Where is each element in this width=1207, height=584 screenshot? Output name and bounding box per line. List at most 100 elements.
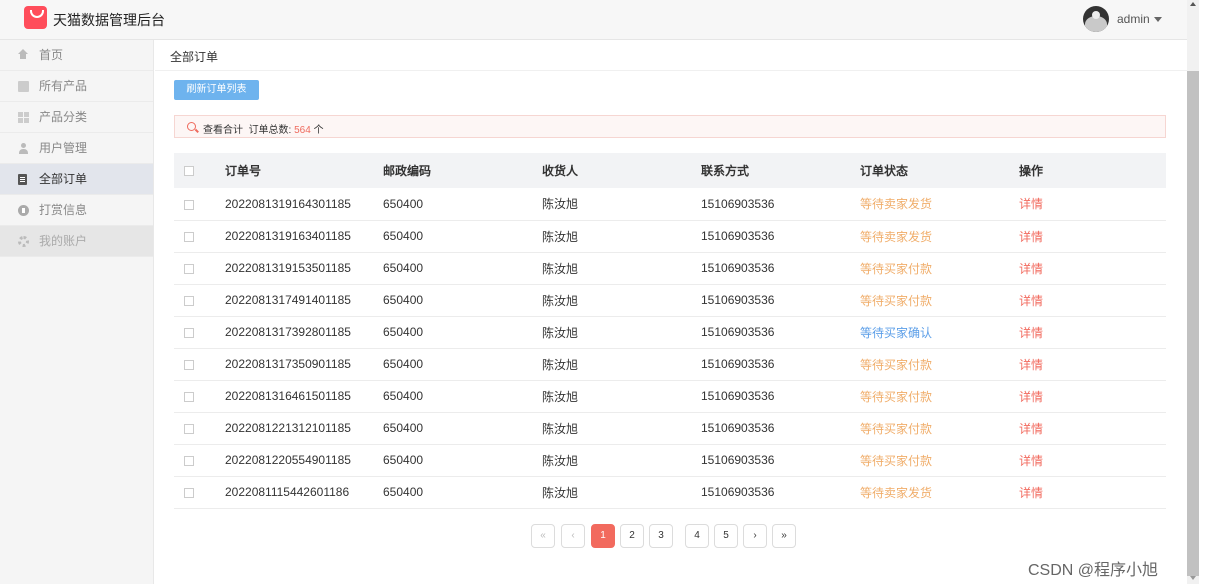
column-header-zip[interactable]: 邮政编码 — [383, 153, 542, 188]
phone-number: 15106903536 — [701, 357, 775, 371]
table-row: 2022081317491401185 650400 陈汝旭 15106903536 等… — [174, 284, 1166, 316]
first-page-button[interactable]: « — [531, 524, 555, 548]
document-icon — [18, 174, 27, 185]
order-status: 等待买家付款 — [860, 357, 933, 372]
page-title: 全部订单 — [170, 50, 219, 64]
row-checkbox[interactable] — [184, 359, 194, 370]
sidebar-item-home[interactable]: 首页 — [0, 40, 153, 71]
page-button-4[interactable]: 4 — [685, 524, 709, 548]
summary-prefix: 查看合计 — [203, 125, 243, 136]
details-link[interactable]: 详情 — [1019, 380, 1166, 412]
zip-code: 650400 — [383, 453, 424, 467]
coin-icon — [18, 205, 29, 216]
row-checkbox[interactable] — [184, 455, 194, 466]
row-checkbox[interactable] — [184, 199, 194, 210]
details-link[interactable]: 详情 — [1019, 220, 1166, 252]
sidebar-item-rewards[interactable]: 打赏信息 — [0, 195, 153, 226]
table-row: 2022081115442601186 650400 陈汝旭 15106903536 等… — [174, 476, 1166, 508]
sidebar-item-my-account[interactable]: 我的账户 — [0, 226, 153, 257]
orders-table: 订单号 邮政编码 收货人 联系方式 订单状态 操作 20220813191643… — [174, 153, 1166, 509]
row-checkbox[interactable] — [184, 295, 194, 306]
zip-code: 650400 — [383, 357, 424, 371]
phone-number: 15106903536 — [701, 229, 775, 243]
phone-number: 15106903536 — [701, 389, 775, 403]
table-row: 2022081317392801185 650400 陈汝旭 15106903536 等… — [174, 316, 1166, 348]
order-count: 564 — [294, 125, 311, 136]
receiver-name: 陈汝旭 — [542, 325, 579, 340]
row-checkbox[interactable] — [184, 231, 194, 242]
user-menu[interactable]: admin — [1117, 12, 1162, 26]
csdn-watermark: CSDN @程序小旭 — [1028, 562, 1159, 579]
details-link[interactable]: 详情 — [1019, 316, 1166, 348]
username-label: admin — [1117, 12, 1150, 26]
phone-number: 15106903536 — [701, 261, 775, 275]
phone-number: 15106903536 — [701, 325, 775, 339]
scrollbar-thumb[interactable] — [1187, 71, 1199, 576]
zip-code: 650400 — [383, 293, 424, 307]
user-avatar[interactable] — [1083, 6, 1109, 32]
sidebar-item-users[interactable]: 用户管理 — [0, 133, 153, 164]
column-header-order-no[interactable]: 订单号 — [225, 153, 383, 188]
order-status: 等待卖家发货 — [860, 197, 933, 212]
table-row: 2022081317350901185 650400 陈汝旭 15106903536 等… — [174, 348, 1166, 380]
details-link[interactable]: 详情 — [1019, 348, 1166, 380]
column-header-receiver[interactable]: 收货人 — [542, 153, 701, 188]
prev-page-button[interactable]: ‹ — [561, 524, 585, 548]
order-status: 等待买家付款 — [860, 293, 933, 308]
sidebar-item-label: 所有产品 — [39, 79, 88, 93]
phone-number: 15106903536 — [701, 485, 775, 499]
table-row: 2022081220554901185 650400 陈汝旭 15106903536 等… — [174, 444, 1166, 476]
tmall-logo-icon[interactable] — [24, 6, 47, 29]
table-row: 2022081316461501185 650400 陈汝旭 15106903536 等… — [174, 380, 1166, 412]
details-link[interactable]: 详情 — [1019, 188, 1166, 220]
phone-number: 15106903536 — [701, 453, 775, 467]
table-row: 2022081319163401185 650400 陈汝旭 15106903536 等… — [174, 220, 1166, 252]
sidebar-item-categories[interactable]: 产品分类 — [0, 102, 153, 133]
order-number: 2022081317491401185 — [225, 293, 351, 307]
sidebar-item-label: 首页 — [39, 48, 64, 62]
page-button-2[interactable]: 2 — [620, 524, 644, 548]
last-page-button[interactable]: » — [772, 524, 796, 548]
next-page-button[interactable]: › — [743, 524, 767, 548]
row-checkbox[interactable] — [184, 327, 194, 338]
page-button-1[interactable]: 1 — [591, 524, 615, 548]
details-link[interactable]: 详情 — [1019, 444, 1166, 476]
page-button-5[interactable]: 5 — [714, 524, 738, 548]
page-scrollbar[interactable] — [1187, 0, 1199, 584]
page-button-3[interactable]: 3 — [649, 524, 673, 548]
zip-code: 650400 — [383, 325, 424, 339]
details-link[interactable]: 详情 — [1019, 284, 1166, 316]
sidebar-item-label: 用户管理 — [39, 141, 88, 155]
order-number: 2022081221312101185 — [225, 421, 351, 435]
summary-unit: 个 — [313, 125, 324, 136]
receiver-name: 陈汝旭 — [542, 261, 579, 276]
scroll-up-arrow-icon[interactable] — [1190, 2, 1196, 6]
scroll-down-arrow-icon[interactable] — [1190, 576, 1196, 580]
table-header-row: 订单号 邮政编码 收货人 联系方式 订单状态 操作 — [174, 153, 1166, 188]
row-checkbox[interactable] — [184, 423, 194, 434]
row-checkbox[interactable] — [184, 487, 194, 498]
details-link[interactable]: 详情 — [1019, 412, 1166, 444]
refresh-orders-button[interactable]: 刷新订单列表 — [174, 80, 259, 100]
select-all-checkbox[interactable] — [184, 166, 194, 177]
receiver-name: 陈汝旭 — [542, 229, 579, 244]
receiver-name: 陈汝旭 — [542, 293, 579, 308]
details-link[interactable]: 详情 — [1019, 252, 1166, 284]
order-status: 等待买家付款 — [860, 261, 933, 276]
row-checkbox[interactable] — [184, 263, 194, 274]
breadcrumb: 全部订单 — [155, 40, 1187, 71]
column-header-status[interactable]: 订单状态 — [860, 153, 1019, 188]
zip-code: 650400 — [383, 485, 424, 499]
column-header-phone[interactable]: 联系方式 — [701, 153, 860, 188]
details-link[interactable]: 详情 — [1019, 476, 1166, 508]
sidebar-item-all-products[interactable]: 所有产品 — [0, 71, 153, 102]
sidebar: 首页 所有产品 产品分类 用户管理 全部订单 打赏信息 我的账户 — [0, 40, 154, 584]
receiver-name: 陈汝旭 — [542, 485, 579, 500]
order-number: 2022081115442601186 — [225, 485, 350, 499]
summary-text: 查看合计 订单总数: 564 个 — [203, 121, 324, 136]
sidebar-item-orders[interactable]: 全部订单 — [0, 164, 153, 195]
table-row: 2022081319164301185 650400 陈汝旭 15106903536 等… — [174, 188, 1166, 220]
order-status: 等待买家付款 — [860, 453, 933, 468]
row-checkbox[interactable] — [184, 391, 194, 402]
sidebar-item-label: 全部订单 — [39, 172, 88, 186]
